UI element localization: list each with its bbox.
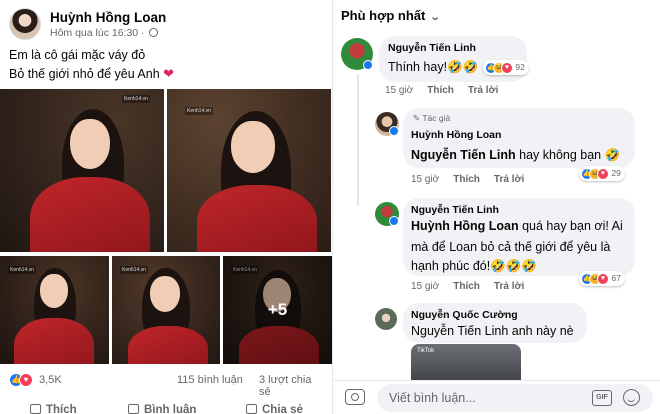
chevron-down-icon: ⌄ bbox=[430, 12, 441, 23]
comment-text: Nguyễn Tiến Linh anh này nè bbox=[411, 324, 574, 338]
like-label: Thích bbox=[46, 404, 77, 414]
tiktok-label: TikTok bbox=[417, 348, 435, 354]
comment-like-button[interactable]: Thích bbox=[427, 85, 454, 96]
verified-badge-icon bbox=[389, 216, 399, 226]
watermark: Kenh14.vn bbox=[122, 95, 150, 103]
author-avatar[interactable] bbox=[9, 8, 41, 40]
comment-reactions[interactable]: 👍😆 ♥ 29 bbox=[579, 166, 625, 181]
comment-text-line2: mà để Loan bỏ cả thế giới để yêu là bbox=[411, 240, 611, 254]
watermark: Kenh14.vn bbox=[8, 266, 36, 274]
post-photo-3[interactable]: Kenh14.vn bbox=[0, 256, 109, 364]
love-reaction-icon: ♥ bbox=[597, 272, 609, 285]
reaction-count: 92 bbox=[515, 62, 525, 72]
reaction-count: 67 bbox=[611, 273, 621, 283]
comments-panel: Phù hợp nhất ⌄ Nguyễn Tiến Linh Thính hay… bbox=[333, 0, 660, 414]
post-time-text[interactable]: Hôm qua lúc 16:30 bbox=[50, 27, 138, 39]
globe-icon bbox=[149, 28, 159, 37]
comments-count[interactable]: 115 bình luận bbox=[177, 374, 243, 386]
reactions-count[interactable]: 3,5K bbox=[39, 374, 62, 386]
sort-label: Phù hợp nhất bbox=[341, 8, 426, 23]
comment-icon bbox=[128, 404, 139, 414]
verified-badge-icon bbox=[363, 60, 373, 70]
comment-author[interactable]: Nguyễn Tiến Linh bbox=[411, 204, 499, 216]
author-tag-text: Tác giả bbox=[422, 113, 451, 123]
reaction-summary: 👍 ♥ 3,5K 115 bình luận 3 lượt chia sẻ bbox=[9, 373, 325, 398]
comment-time[interactable]: 15 giờ bbox=[385, 85, 413, 96]
thread-line bbox=[357, 74, 359, 206]
like-button[interactable]: Thích bbox=[30, 404, 77, 414]
comment-text-line1: Huỳnh Hồng Loan quá hay bạn ơi! Ai bbox=[411, 219, 623, 233]
mention-link[interactable]: Huỳnh Hồng Loan bbox=[411, 219, 519, 233]
sort-dropdown[interactable]: Phù hợp nhất ⌄ bbox=[341, 8, 441, 23]
watermark: Kenh14.vn bbox=[120, 266, 148, 274]
share-button[interactable]: Chia sẻ bbox=[246, 404, 303, 414]
comment-input[interactable] bbox=[389, 389, 569, 407]
watermark: Kenh14.vn bbox=[185, 107, 213, 115]
comment-reactions[interactable]: 👍😆 ♥ 67 bbox=[579, 271, 625, 286]
love-reaction-icon: ♥ bbox=[19, 373, 33, 387]
comment-reply-button[interactable]: Trả lời bbox=[468, 85, 498, 96]
post: Huỳnh Hồng Loan Hôm qua lúc 16:30 · Em l… bbox=[0, 0, 332, 414]
heart-emoji-icon: ❤ bbox=[163, 66, 175, 81]
mention-link[interactable]: Nguyễn Tiến Linh bbox=[411, 148, 516, 162]
post-text-line2-text: Bỏ thế giới nhỏ để yêu Anh bbox=[9, 67, 160, 81]
emoji-icon[interactable] bbox=[623, 389, 640, 406]
comment-reply-button[interactable]: Trả lời bbox=[494, 281, 524, 292]
comment-author[interactable]: Huỳnh Hồng Loan bbox=[411, 129, 501, 141]
comment-button[interactable]: Bình luận bbox=[128, 404, 196, 414]
comment-composer: GIF bbox=[333, 380, 660, 414]
comment-text: Thính hay!🤣🤣 bbox=[388, 60, 479, 74]
comment-time[interactable]: 15 giờ bbox=[411, 174, 439, 185]
comment-meta: 15 giờ Thích Trả lời bbox=[411, 281, 538, 292]
post-author[interactable]: Huỳnh Hồng Loan bbox=[50, 10, 166, 25]
post-text-line1: Em là cô gái mặc váy đỏ bbox=[9, 48, 146, 62]
comment-like-button[interactable]: Thích bbox=[453, 281, 480, 292]
verified-badge-icon bbox=[389, 126, 399, 136]
reaction-count: 29 bbox=[611, 168, 621, 178]
comment-time[interactable]: 15 giờ bbox=[411, 281, 439, 292]
comment-text-line3: hạnh phúc đó!🤣🤣🤣 bbox=[411, 259, 537, 273]
post-photo-2[interactable]: Kenh14.vn bbox=[167, 89, 331, 252]
thumbs-up-icon bbox=[30, 404, 41, 414]
comment-reactions[interactable]: 👍😆 ♥ 92 bbox=[483, 60, 529, 75]
author-tag: ✎ Tác giả bbox=[413, 113, 451, 123]
post-photo-1[interactable]: Kenh14.vn bbox=[0, 89, 164, 252]
love-reaction-icon: ♥ bbox=[501, 61, 513, 74]
comment-text-body: hay không bạn 🤣 bbox=[515, 148, 621, 162]
post-photo-5[interactable]: Kenh14.vn +5 bbox=[223, 256, 332, 364]
post-text-line2: Bỏ thế giới nhỏ để yêu Anh ❤ bbox=[9, 66, 174, 82]
share-label: Chia sẻ bbox=[262, 404, 303, 414]
share-icon bbox=[246, 404, 257, 414]
comment-label: Bình luận bbox=[144, 404, 197, 414]
camera-icon[interactable] bbox=[345, 389, 365, 405]
post-time[interactable]: Hôm qua lúc 16:30 · bbox=[50, 27, 159, 39]
comment-meta: 15 giờ Thích Trả lời bbox=[385, 85, 512, 96]
comment-text: Nguyễn Tiến Linh hay không bạn 🤣 bbox=[411, 148, 620, 163]
avatar[interactable] bbox=[375, 308, 397, 330]
comment-text-body: quá hay bạn ơi! Ai bbox=[518, 219, 623, 233]
more-photos-overlay[interactable]: +5 bbox=[223, 256, 332, 364]
comment-author[interactable]: Nguyễn Quốc Cường bbox=[411, 309, 518, 321]
love-reaction-icon: ♥ bbox=[597, 167, 609, 180]
comment-meta: 15 giờ Thích Trả lời bbox=[411, 174, 538, 185]
post-actions: Thích Bình luận Chia sẻ bbox=[0, 398, 332, 414]
comment-author[interactable]: Nguyễn Tiến Linh bbox=[388, 42, 476, 54]
comment-reply-button[interactable]: Trả lời bbox=[494, 174, 524, 185]
gif-icon[interactable]: GIF bbox=[592, 390, 612, 406]
post-photo-4[interactable]: Kenh14.vn bbox=[112, 256, 220, 364]
comment-input-box: GIF bbox=[377, 384, 653, 412]
comment-like-button[interactable]: Thích bbox=[453, 174, 480, 185]
shares-count[interactable]: 3 lượt chia sẻ bbox=[259, 374, 325, 398]
